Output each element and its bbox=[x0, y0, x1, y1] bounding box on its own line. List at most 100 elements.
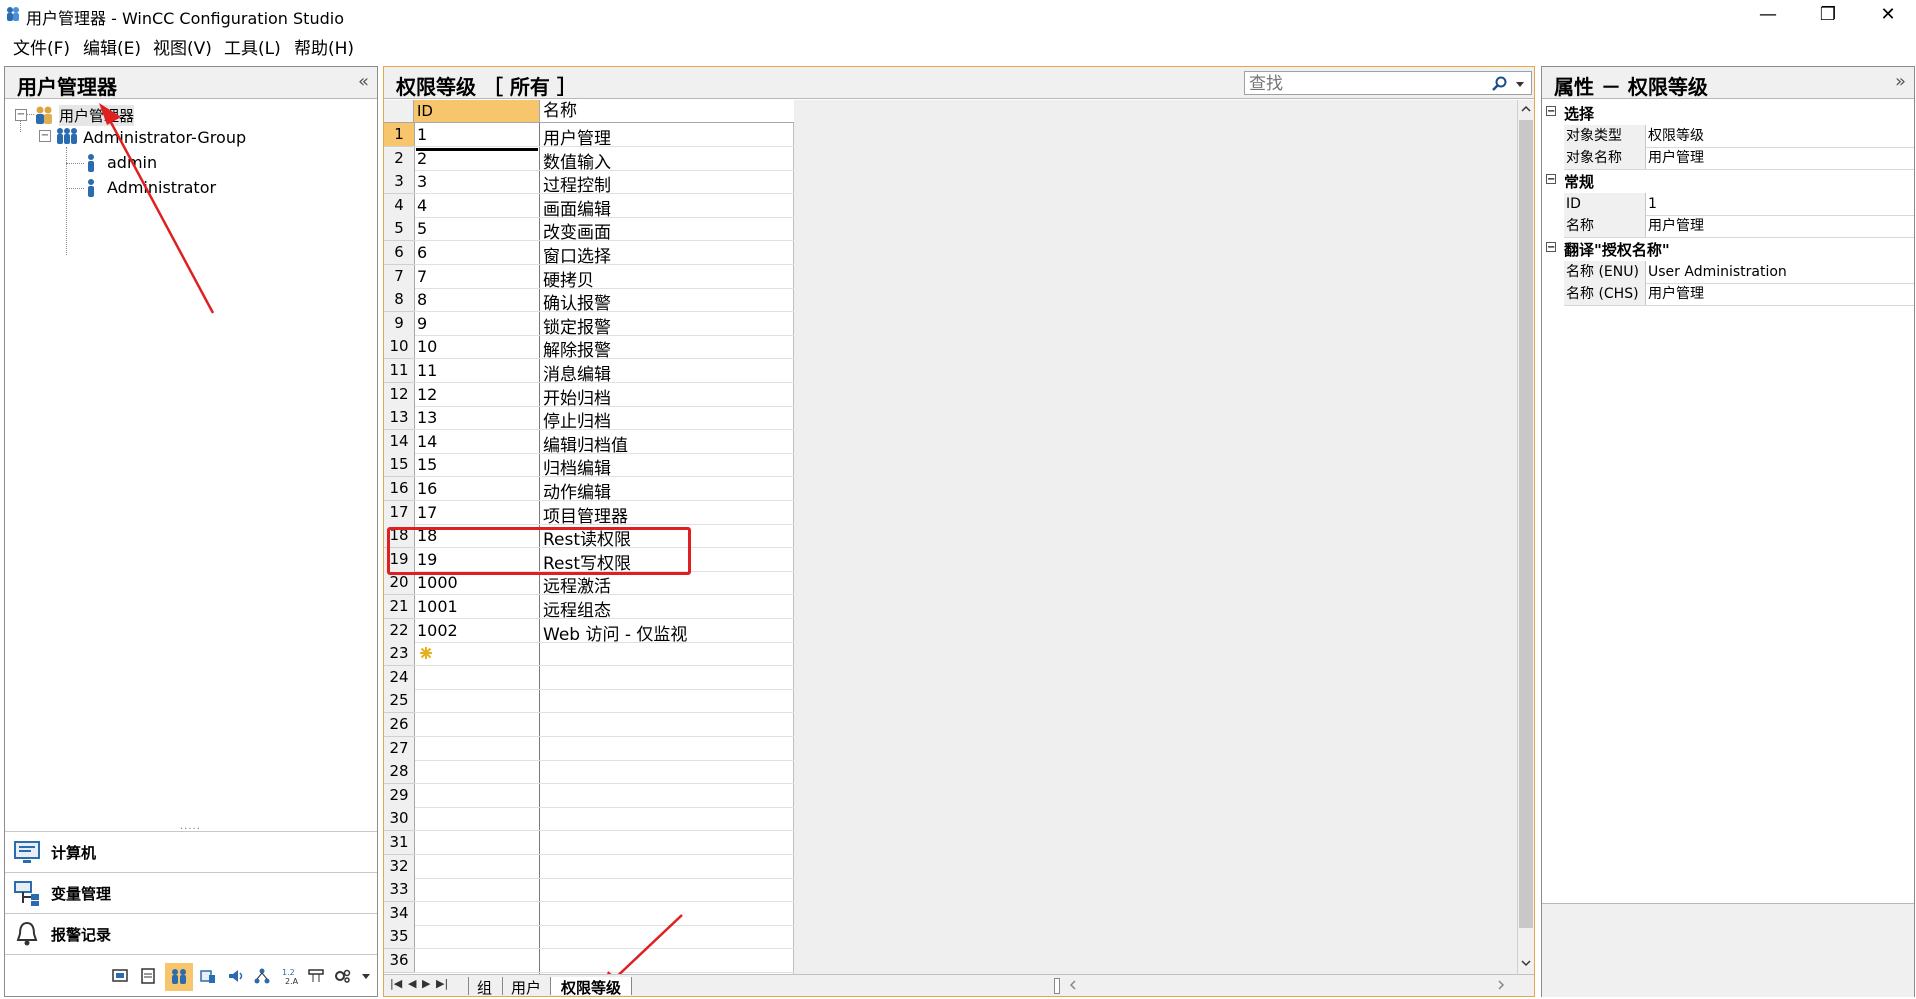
cell-id[interactable]: 3 bbox=[417, 172, 535, 191]
table-row[interactable] bbox=[414, 713, 794, 737]
row-number[interactable]: 14 bbox=[384, 430, 415, 454]
speaker-icon[interactable] bbox=[227, 967, 245, 985]
row-number[interactable]: 34 bbox=[384, 902, 415, 926]
chevron-down-icon[interactable] bbox=[361, 971, 371, 981]
prop-section-translation[interactable]: − 翻译"授权名称" bbox=[1542, 239, 1914, 261]
cell-name[interactable]: 用户管理 bbox=[543, 124, 791, 149]
row-number[interactable]: 33 bbox=[384, 878, 415, 902]
settings-gear-icon[interactable] bbox=[333, 967, 351, 985]
row-number[interactable]: 35 bbox=[384, 925, 415, 949]
row-number[interactable]: 11 bbox=[384, 359, 415, 383]
scroll-thumb[interactable] bbox=[1519, 120, 1533, 928]
horizontal-splitter[interactable] bbox=[1054, 978, 1060, 994]
row-number[interactable]: 3 bbox=[384, 170, 415, 194]
scroll-right-icon[interactable] bbox=[1496, 980, 1506, 990]
row-number[interactable]: 8 bbox=[384, 288, 415, 312]
row-number[interactable]: 15 bbox=[384, 453, 415, 477]
prop-row-object-type[interactable]: 对象类型 权限等级 bbox=[1564, 125, 1914, 148]
cell-id[interactable]: 2 bbox=[417, 149, 535, 168]
vertical-scrollbar[interactable] bbox=[1517, 100, 1534, 974]
table-corner[interactable] bbox=[384, 100, 414, 123]
scroll-left-icon[interactable] bbox=[1068, 980, 1078, 990]
menu-file[interactable]: 文件(F) bbox=[13, 34, 70, 59]
row-number[interactable]: 27 bbox=[384, 737, 415, 761]
collapse-right-icon[interactable]: » bbox=[1895, 71, 1906, 92]
nav-computer-button[interactable]: 计算机 bbox=[5, 831, 377, 872]
scroll-up-icon[interactable] bbox=[1521, 104, 1531, 114]
cell-id[interactable]: 4 bbox=[417, 196, 535, 215]
cell-id[interactable]: 8 bbox=[417, 290, 535, 309]
prop-section-selection[interactable]: − 选择 bbox=[1542, 103, 1914, 125]
prop-row-name-enu[interactable]: 名称 (ENU) User Administration bbox=[1564, 261, 1914, 284]
cell-id[interactable]: 9 bbox=[417, 314, 535, 333]
search-icon[interactable] bbox=[1491, 75, 1509, 93]
prop-row-id[interactable]: ID 1 bbox=[1564, 193, 1914, 216]
table-row[interactable] bbox=[414, 878, 794, 902]
first-tab-icon[interactable]: |◀ bbox=[390, 977, 402, 990]
cell-id[interactable]: 10 bbox=[417, 337, 535, 356]
collapse-section-icon[interactable]: − bbox=[1546, 174, 1556, 185]
row-number[interactable]: 16 bbox=[384, 477, 415, 501]
user-administrator-shortcut[interactable] bbox=[165, 963, 193, 991]
row-number[interactable]: 28 bbox=[384, 760, 415, 784]
picture-tree-icon[interactable] bbox=[307, 967, 325, 985]
table-row[interactable] bbox=[414, 666, 794, 690]
text-library-icon[interactable]: 1.22.A bbox=[281, 967, 299, 985]
table-row[interactable] bbox=[414, 689, 794, 713]
tree-collapse-root-icon[interactable]: − bbox=[15, 109, 27, 121]
cell-name[interactable]: 改变画面 bbox=[543, 218, 791, 243]
cell-name[interactable]: 过程控制 bbox=[543, 171, 791, 196]
cell-name[interactable]: 动作编辑 bbox=[543, 478, 791, 503]
row-number[interactable]: 32 bbox=[384, 855, 415, 879]
row-number[interactable]: 29 bbox=[384, 784, 415, 808]
prop-section-general[interactable]: − 常规 bbox=[1542, 171, 1914, 193]
table-row[interactable] bbox=[414, 807, 794, 831]
menu-help[interactable]: 帮助(H) bbox=[294, 34, 354, 59]
tab-groups[interactable]: 组 bbox=[468, 977, 500, 997]
cell-name[interactable]: 停止归档 bbox=[543, 407, 791, 432]
menu-view[interactable]: 视图(V) bbox=[153, 34, 212, 59]
column-header-name[interactable]: 名称 bbox=[540, 100, 794, 123]
row-number[interactable]: 6 bbox=[384, 241, 415, 265]
cell-id[interactable]: 13 bbox=[417, 408, 535, 427]
cell-name[interactable]: 窗口选择 bbox=[543, 242, 791, 267]
tab-authorization-levels[interactable]: 权限等级 bbox=[550, 977, 633, 997]
menu-tools[interactable]: 工具(L) bbox=[224, 34, 281, 59]
prop-row-name[interactable]: 名称 用户管理 bbox=[1564, 215, 1914, 238]
table-row[interactable] bbox=[414, 760, 794, 784]
row-number[interactable]: 4 bbox=[384, 194, 415, 218]
row-number[interactable]: 24 bbox=[384, 666, 415, 690]
table-row[interactable] bbox=[414, 737, 794, 761]
row-number[interactable]: 30 bbox=[384, 807, 415, 831]
prop-row-object-name[interactable]: 对象名称 用户管理 bbox=[1564, 147, 1914, 170]
row-number[interactable]: 17 bbox=[384, 501, 415, 525]
cell-name[interactable]: 解除报警 bbox=[543, 336, 791, 361]
nav-tag-management-button[interactable]: 变量管理 bbox=[5, 872, 377, 913]
cell-name[interactable]: 归档编辑 bbox=[543, 454, 791, 479]
cell-id[interactable]: 17 bbox=[417, 503, 535, 522]
cell-id[interactable]: 1000 bbox=[417, 573, 535, 592]
prev-tab-icon[interactable]: ◀ bbox=[408, 977, 416, 990]
row-number[interactable]: 25 bbox=[384, 689, 415, 713]
row-number[interactable]: 5 bbox=[384, 217, 415, 241]
row-number[interactable]: 12 bbox=[384, 383, 415, 407]
restore-button[interactable]: ❐ bbox=[1800, 0, 1856, 28]
row-number[interactable]: 2 bbox=[384, 147, 415, 171]
cell-id[interactable]: 1002 bbox=[417, 621, 535, 640]
row-number[interactable]: 23 bbox=[384, 642, 415, 666]
column-header-id[interactable]: ID bbox=[414, 100, 540, 123]
row-number[interactable]: 26 bbox=[384, 713, 415, 737]
row-number[interactable]: 31 bbox=[384, 831, 415, 855]
cell-name[interactable]: 确认报警 bbox=[543, 289, 791, 314]
cell-id[interactable]: 1 bbox=[417, 125, 535, 144]
cell-id[interactable]: 12 bbox=[417, 385, 535, 404]
table-row[interactable] bbox=[414, 855, 794, 879]
cell-id[interactable]: 11 bbox=[417, 361, 535, 380]
cell-id[interactable]: 5 bbox=[417, 219, 535, 238]
prop-row-name-chs[interactable]: 名称 (CHS) 用户管理 bbox=[1564, 283, 1914, 306]
row-number[interactable]: 13 bbox=[384, 406, 415, 430]
cell-id[interactable]: 1001 bbox=[417, 597, 535, 616]
tree-collapse-group-icon[interactable]: − bbox=[39, 130, 51, 142]
search-input[interactable] bbox=[1247, 73, 1491, 95]
collapse-left-icon[interactable]: « bbox=[358, 71, 369, 92]
